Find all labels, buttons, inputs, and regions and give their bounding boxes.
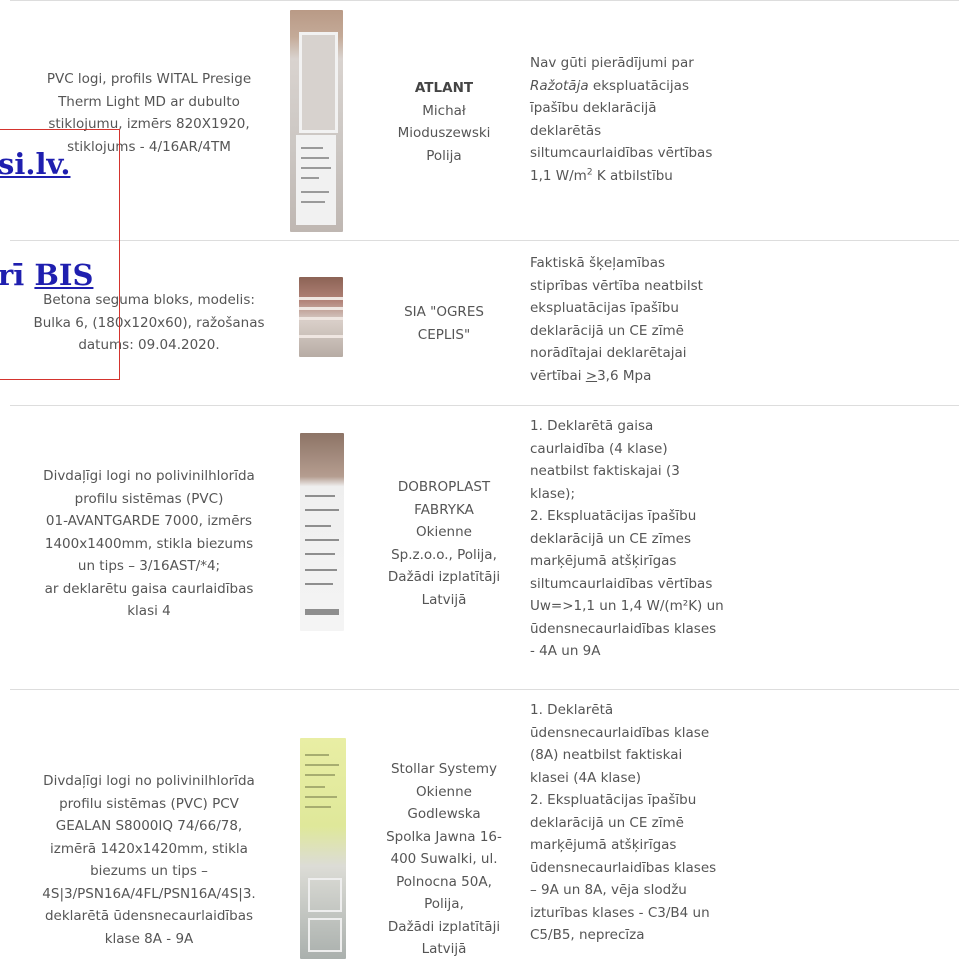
paving-block-photo[interactable] xyxy=(299,277,343,357)
product-label-shape xyxy=(296,135,336,225)
website-link[interactable]: si.lv. xyxy=(0,148,71,180)
window-frame-shape xyxy=(299,32,338,133)
non-compliance-description: 1. Deklarētā ūdensnecaurlaidības klase (… xyxy=(530,702,717,943)
product-description: Divdaļīgi logi no polivinilhlorīda profi… xyxy=(43,468,255,619)
bis-link-line: rī BIS xyxy=(0,258,94,292)
window-label-photo-2[interactable] xyxy=(300,738,346,959)
table-row: Divdaļīgi logi no polivinilhlorīda profi… xyxy=(10,405,959,690)
table-row: Divdaļīgi logi no polivinilhlorīda profi… xyxy=(10,689,959,960)
manufacturer: ATLANT Michał Mioduszewski Polija xyxy=(397,80,491,164)
window-product-photo[interactable] xyxy=(290,10,343,232)
manufacturer: SIA "OGRES CEPLIS" xyxy=(404,304,484,343)
window-label-photo[interactable] xyxy=(300,433,344,631)
non-compliance-description: 1. Deklarētā gaisa caurlaidība (4 klase)… xyxy=(530,418,724,659)
table-row: PVC logi, profils WITAL Presige Therm Li… xyxy=(10,0,959,241)
table-row: Betona seguma bloks, modelis: Bulka 6, (… xyxy=(10,240,959,406)
bis-link[interactable]: BIS xyxy=(34,258,93,292)
manufacturer: DOBROPLAST FABRYKA Okienne Sp.z.o.o., Po… xyxy=(387,479,501,608)
non-compliance-description: Faktiskā šķeļamības stiprības vērtība ne… xyxy=(530,255,703,384)
non-compliance-description: Nav gūti pierādījumi par Ražotāja eksplu… xyxy=(530,55,713,184)
product-description: Divdaļīgi logi no polivinilhlorīda profi… xyxy=(42,773,256,947)
manufacturer: Stollar Systemy Okienne Godlewska Spolka… xyxy=(386,761,502,957)
